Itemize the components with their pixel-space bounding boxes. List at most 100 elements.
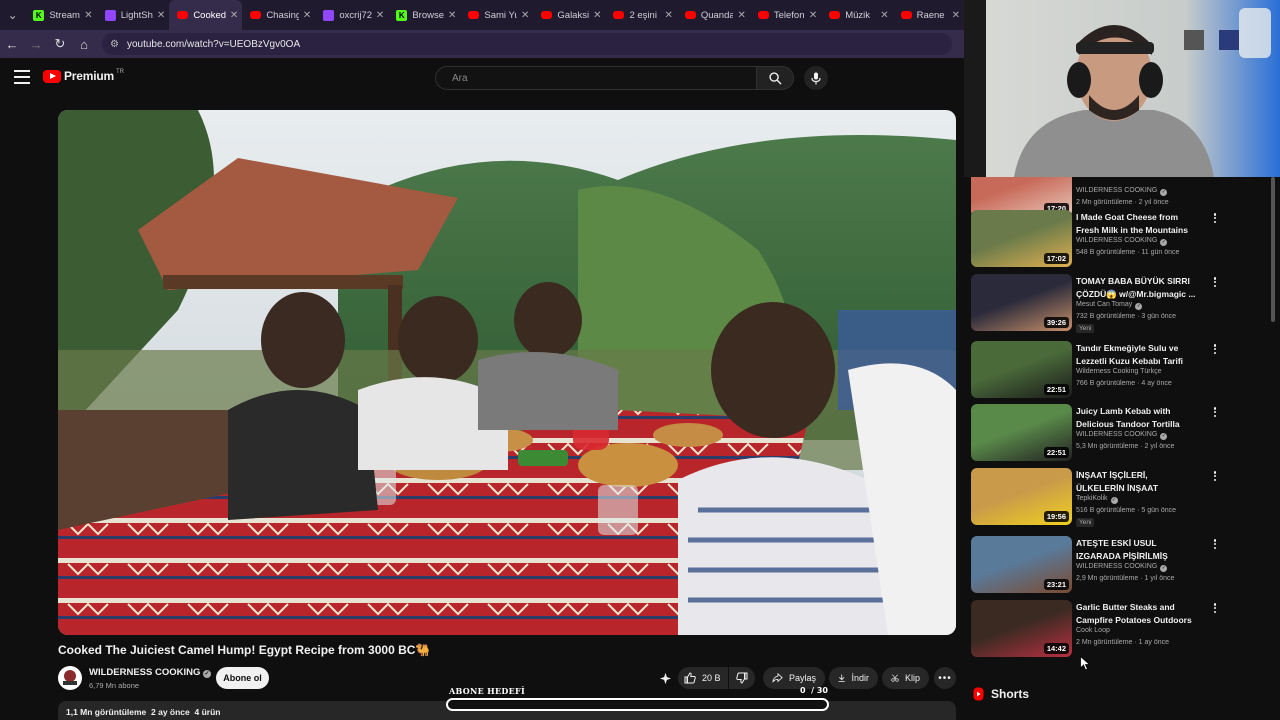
forward-button[interactable]: → bbox=[24, 30, 48, 58]
close-tab-icon[interactable]: ✕ bbox=[664, 10, 672, 21]
video-thumbnail[interactable]: 39:26 bbox=[971, 274, 1072, 331]
browser-tab[interactable]: Müzik ✕ bbox=[821, 0, 892, 30]
more-options-icon[interactable] bbox=[1211, 343, 1219, 355]
tab-title: Stream bbox=[49, 9, 80, 21]
close-tab-icon[interactable]: ✕ bbox=[376, 10, 384, 21]
more-options-icon[interactable] bbox=[1211, 538, 1219, 550]
recommendation-meta: 2 Mn görüntüleme · 1 ay önce bbox=[1076, 639, 1169, 646]
more-options-icon[interactable] bbox=[1211, 212, 1219, 224]
youtube-premium-logo[interactable]: Premium TR bbox=[43, 69, 124, 83]
recommendation-title[interactable]: Tandır Ekmeğiyle Sulu ve Lezzetli Kuzu K… bbox=[1076, 342, 1198, 367]
recommendation-item[interactable]: 22:51 Juicy Lamb Kebab with Delicious Tan… bbox=[971, 404, 1271, 464]
browser-tab[interactable]: Quanda ✕ bbox=[677, 0, 750, 30]
close-tab-icon[interactable]: ✕ bbox=[952, 10, 960, 21]
recommendation-title[interactable]: ATEŞTE ESKİ USUL IZGARADA PİŞİRİLMİŞ BÜT… bbox=[1076, 537, 1198, 562]
recommendation-channel[interactable]: Wilderness Cooking Türkçe bbox=[1076, 368, 1161, 375]
browser-tab[interactable]: Galaksi ✕ bbox=[533, 0, 605, 30]
browser-tab[interactable]: Cooked ✕ bbox=[169, 0, 243, 30]
dislike-button[interactable] bbox=[729, 667, 755, 689]
tab-title: Chasing bbox=[266, 9, 299, 21]
channel-avatar[interactable] bbox=[58, 666, 82, 690]
home-button[interactable]: ⌂ bbox=[72, 30, 96, 58]
subscribe-button[interactable]: Abone ol bbox=[216, 667, 269, 689]
menu-icon[interactable] bbox=[14, 70, 30, 84]
twitch-favicon-icon bbox=[104, 9, 116, 21]
browser-tab[interactable]: 2 eşini ✕ bbox=[605, 0, 676, 30]
close-tab-icon[interactable]: ✕ bbox=[880, 10, 888, 21]
close-tab-icon[interactable]: ✕ bbox=[737, 10, 745, 21]
channel-name[interactable]: WILDERNESS COOKING ✓ bbox=[89, 667, 212, 678]
browser-tab[interactable]: K Browse ✕ bbox=[388, 0, 460, 30]
recommendation-channel[interactable]: Mesut Can Tomay ✓ bbox=[1076, 301, 1143, 310]
recommendation-title[interactable]: TOMAY BABA BÜYÜK SIRRI ÇÖZDÜ😱 w/@Mr.bigm… bbox=[1076, 275, 1198, 300]
more-options-icon[interactable] bbox=[1211, 602, 1219, 614]
clip-label: Klip bbox=[904, 673, 920, 683]
browser-tab[interactable]: Sami Yu ✕ bbox=[460, 0, 533, 30]
recommendation-title[interactable]: Garlic Butter Steaks and Campfire Potato… bbox=[1076, 601, 1198, 626]
video-thumbnail[interactable]: 23:21 bbox=[971, 536, 1072, 593]
more-actions-button[interactable]: ••• bbox=[934, 667, 956, 689]
tab-search-dropdown[interactable]: ⌄ bbox=[0, 0, 25, 30]
browser-tab[interactable]: oxcrij72 ✕ bbox=[315, 0, 388, 30]
verified-icon: ✓ bbox=[203, 670, 212, 678]
recommendation-channel[interactable]: WILDERNESS COOKING ✓ bbox=[1076, 563, 1168, 572]
recommendation-channel[interactable]: WILDERNESS COOKING ✓ bbox=[1076, 187, 1168, 196]
close-tab-icon[interactable]: ✕ bbox=[593, 10, 601, 21]
back-button[interactable]: ← bbox=[0, 30, 24, 58]
browser-tab[interactable]: K Stream ✕ bbox=[25, 0, 96, 30]
recommendation-item[interactable]: 23:21 ATEŞTE ESKİ USUL IZGARADA PİŞİRİLMİ… bbox=[971, 536, 1271, 596]
browser-tab[interactable]: Chasing ✕ bbox=[242, 0, 315, 30]
recommendation-channel[interactable]: Cook Loop bbox=[1076, 627, 1110, 634]
site-info-icon[interactable]: ⚙ bbox=[110, 39, 119, 50]
recommendation-title[interactable]: İNŞAAT İŞÇİLERİ, ÜLKELERİN İNŞAAT YEMEKL… bbox=[1076, 469, 1198, 494]
recommendation-meta: 766 B görüntüleme · 4 ay önce bbox=[1076, 380, 1172, 387]
close-tab-icon[interactable]: ✕ bbox=[521, 10, 529, 21]
recommendation-title[interactable]: Juicy Lamb Kebab with Delicious Tandoor … bbox=[1076, 405, 1198, 430]
close-tab-icon[interactable]: ✕ bbox=[157, 10, 165, 21]
recommendation-channel[interactable]: TepkiKolik ✓ bbox=[1076, 495, 1118, 504]
tab-title: Cooked bbox=[193, 9, 226, 21]
recommendation-item[interactable]: 19:56 İNŞAAT İŞÇİLERİ, ÜLKELERİN İNŞAAT Y… bbox=[971, 468, 1271, 528]
video-player[interactable] bbox=[58, 110, 956, 635]
download-button[interactable]: İndir bbox=[829, 667, 878, 689]
search-input[interactable]: Ara bbox=[435, 66, 757, 90]
share-icon bbox=[772, 672, 783, 683]
premium-enhance-button[interactable] bbox=[652, 667, 678, 689]
recommendation-title[interactable]: I Made Goat Cheese from Fresh Milk in th… bbox=[1076, 211, 1198, 236]
recommendation-item[interactable]: 39:26 TOMAY BABA BÜYÜK SIRRI ÇÖZDÜ😱 w/@Mr… bbox=[971, 274, 1271, 334]
youtube-favicon-icon bbox=[250, 11, 262, 19]
clip-button[interactable]: Klip bbox=[882, 667, 929, 689]
recommendation-channel[interactable]: WILDERNESS COOKING ✓ bbox=[1076, 431, 1168, 440]
voice-search-button[interactable] bbox=[804, 66, 828, 90]
sidebar-scrollbar[interactable] bbox=[1271, 177, 1275, 322]
browser-tab[interactable]: Telefon ✕ bbox=[750, 0, 821, 30]
recommendation-channel[interactable]: WILDERNESS COOKING ✓ bbox=[1076, 237, 1168, 246]
recommendation-channel-name: WILDERNESS COOKING bbox=[1076, 187, 1158, 194]
more-options-icon[interactable] bbox=[1211, 470, 1219, 482]
more-options-icon[interactable] bbox=[1211, 406, 1219, 418]
close-tab-icon[interactable]: ✕ bbox=[809, 10, 817, 21]
video-thumbnail[interactable]: 17:02 bbox=[971, 210, 1072, 267]
recommendation-item[interactable]: 22:51 Tandır Ekmeğiyle Sulu ve Lezzetli K… bbox=[971, 341, 1271, 401]
like-button[interactable]: 20 B bbox=[678, 667, 728, 689]
video-thumbnail[interactable]: 14:42 bbox=[971, 600, 1072, 657]
reload-button[interactable]: ↻ bbox=[48, 30, 72, 58]
shorts-section-header: Shorts bbox=[973, 687, 1029, 701]
browser-tab[interactable]: LightSh ✕ bbox=[97, 0, 170, 30]
close-tab-icon[interactable]: ✕ bbox=[230, 10, 238, 21]
browser-tab[interactable]: Raene ✕ bbox=[893, 0, 964, 30]
address-bar[interactable]: ⚙ youtube.com/watch?v=UEOBzVgv0OA bbox=[102, 33, 952, 55]
search-button[interactable] bbox=[756, 66, 794, 90]
sparkle-icon bbox=[659, 672, 671, 684]
close-tab-icon[interactable]: ✕ bbox=[84, 10, 92, 21]
close-tab-icon[interactable]: ✕ bbox=[303, 10, 311, 21]
recommendation-item[interactable]: 14:42 Garlic Butter Steaks and Campfire P… bbox=[971, 600, 1271, 660]
video-thumbnail[interactable]: 22:51 bbox=[971, 404, 1072, 461]
video-thumbnail[interactable]: 19:56 bbox=[971, 468, 1072, 525]
video-thumbnail[interactable]: 22:51 bbox=[971, 341, 1072, 398]
recommendation-item[interactable]: 17:02 I Made Goat Cheese from Fresh Milk … bbox=[971, 210, 1271, 270]
recommendation-meta: 732 B görüntüleme · 3 gün önce bbox=[1076, 313, 1177, 320]
recommendation-channel-name: Mesut Can Tomay bbox=[1076, 301, 1133, 308]
close-tab-icon[interactable]: ✕ bbox=[448, 10, 456, 21]
more-options-icon[interactable] bbox=[1211, 276, 1219, 288]
